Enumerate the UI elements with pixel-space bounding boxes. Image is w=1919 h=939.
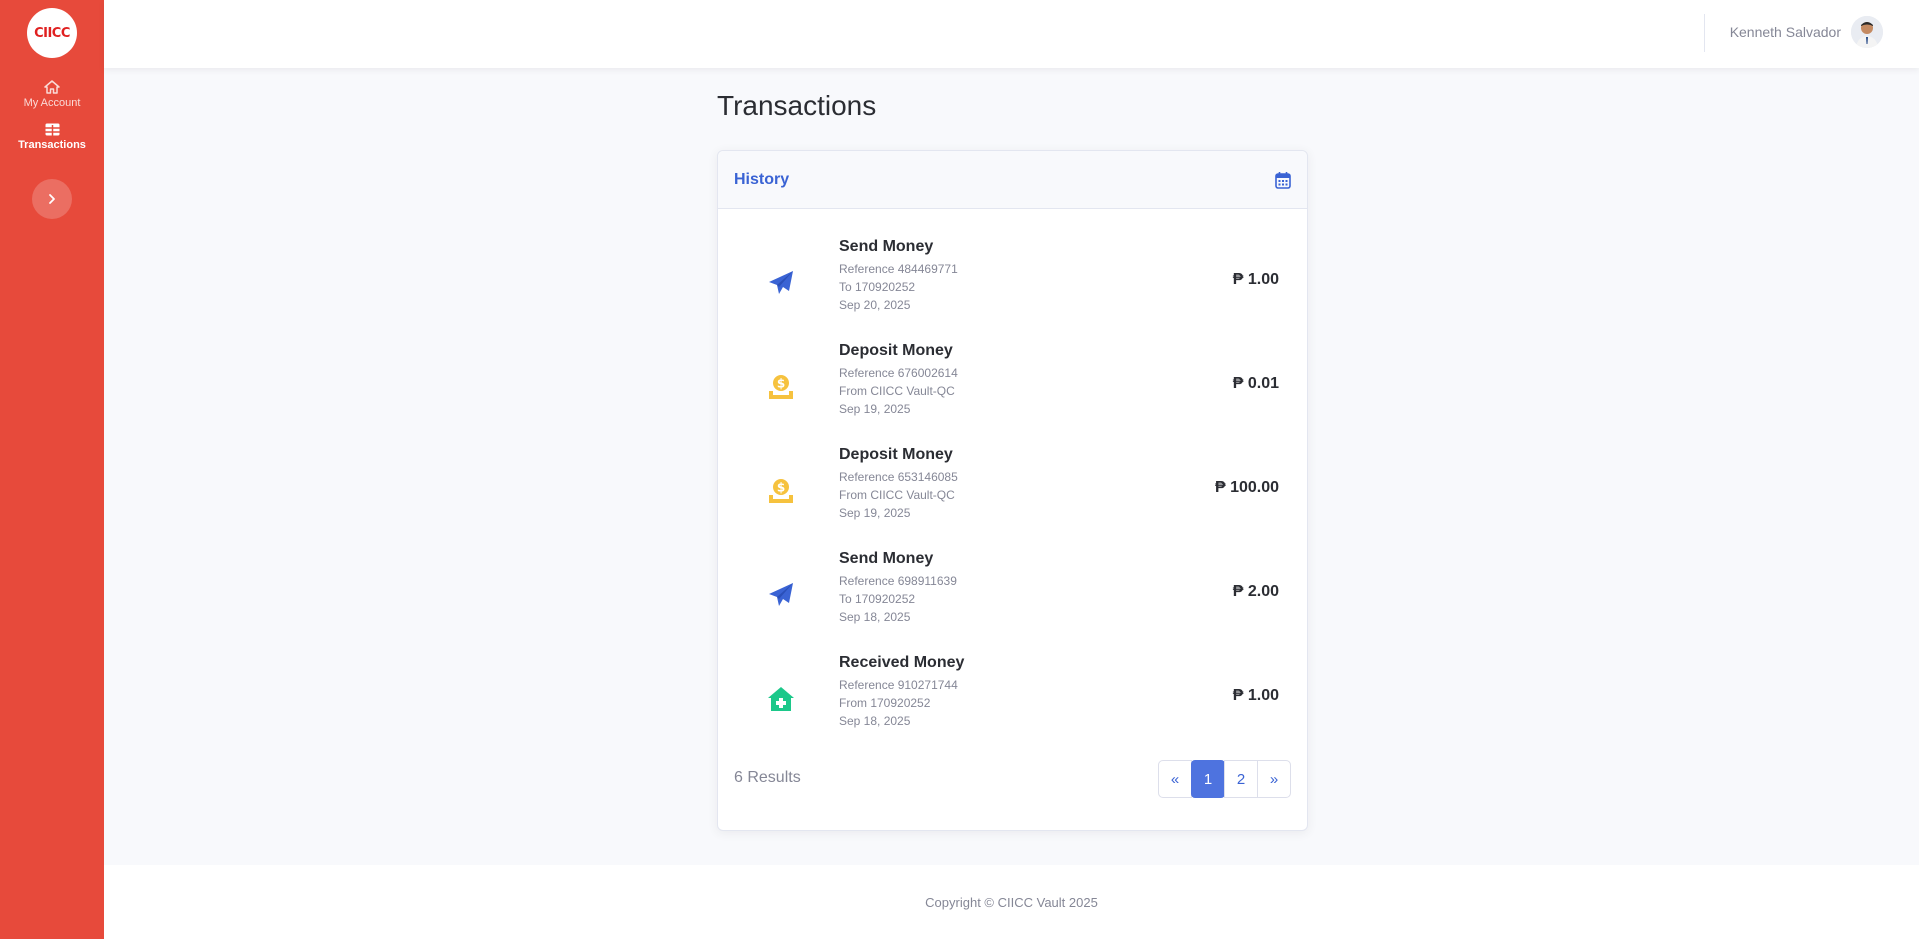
- coin-deposit-icon: $: [766, 476, 796, 506]
- svg-text:$: $: [777, 377, 785, 391]
- transaction-amount: ₱ 2.00: [1233, 583, 1279, 601]
- amount-value: 100.00: [1230, 479, 1279, 496]
- calendar-icon[interactable]: [1275, 171, 1291, 189]
- peso-sign: ₱: [1232, 687, 1244, 704]
- amount-value: 2.00: [1247, 583, 1279, 600]
- transaction-reference: Reference 910271744: [839, 678, 958, 692]
- topbar: Kenneth Salvador: [104, 0, 1919, 68]
- user-menu[interactable]: Kenneth Salvador: [1730, 16, 1883, 48]
- transaction-amount: ₱ 1.00: [1233, 687, 1279, 705]
- transaction-party: From 170920252: [839, 696, 931, 710]
- transaction-reference: Reference 698911639: [839, 574, 957, 588]
- transaction-reference: Reference 484469771: [839, 262, 958, 276]
- pagination-prev-button[interactable]: «: [1158, 760, 1192, 798]
- history-card: History Send Money Reference 484469771 T…: [717, 150, 1308, 831]
- transaction-type: Send Money: [839, 550, 934, 567]
- transaction-amount: ₱ 1.00: [1233, 271, 1279, 289]
- transaction-reference: Reference 653146085: [839, 470, 958, 484]
- transaction-type: Deposit Money: [839, 342, 953, 359]
- amount-value: 1.00: [1247, 687, 1279, 704]
- results-count: 6 Results: [734, 769, 801, 786]
- coin-deposit-icon: $: [766, 372, 796, 402]
- table-icon: [45, 123, 59, 136]
- transaction-reference: Reference 676002614: [839, 366, 958, 380]
- page-title: Transactions: [717, 90, 877, 121]
- transaction-date: Sep 18, 2025: [839, 610, 911, 624]
- amount-value: 1.00: [1247, 271, 1279, 288]
- list-item[interactable]: $ Deposit Money Reference 653146085 From…: [718, 446, 1307, 550]
- house-plus-icon: [766, 684, 796, 714]
- paper-plane-icon: [766, 580, 796, 610]
- page-footer: Copyright © CIICC Vault 2025: [104, 865, 1919, 939]
- list-item[interactable]: Send Money Reference 698911639 To 170920…: [718, 550, 1307, 654]
- transaction-date: Sep 18, 2025: [839, 714, 911, 728]
- pagination-next-button[interactable]: »: [1257, 760, 1291, 798]
- pagination-page-1[interactable]: 1: [1191, 760, 1225, 798]
- peso-sign: ₱: [1214, 479, 1226, 496]
- transaction-date: Sep 19, 2025: [839, 402, 911, 416]
- transaction-info: Received Money Reference 910271744 From …: [839, 654, 964, 730]
- pagination-page-2[interactable]: 2: [1224, 760, 1258, 798]
- transaction-amount: ₱ 100.00: [1215, 479, 1279, 497]
- transaction-info: Deposit Money Reference 676002614 From C…: [839, 342, 958, 418]
- card-header: History: [718, 151, 1307, 209]
- topbar-divider: [1704, 14, 1705, 52]
- pagination: « 1 2 »: [1158, 760, 1291, 798]
- transaction-party: To 170920252: [839, 592, 916, 606]
- transaction-type: Deposit Money: [839, 446, 953, 463]
- chevron-right-icon: [49, 194, 55, 204]
- sidebar-item-my-account[interactable]: My Account: [0, 74, 104, 115]
- list-item[interactable]: $ Deposit Money Reference 676002614 From…: [718, 342, 1307, 446]
- list-item[interactable]: Send Money Reference 484469771 To 170920…: [718, 238, 1307, 342]
- transaction-party: From CIICC Vault-QC: [839, 384, 955, 398]
- transaction-date: Sep 19, 2025: [839, 506, 911, 520]
- home-icon: [44, 80, 60, 94]
- transaction-amount: ₱ 0.01: [1233, 375, 1279, 393]
- user-name: Kenneth Salvador: [1729, 24, 1841, 40]
- transaction-info: Deposit Money Reference 653146085 From C…: [839, 446, 958, 522]
- peso-sign: ₱: [1232, 271, 1244, 288]
- transaction-type: Received Money: [839, 654, 965, 671]
- sidebar-toggle-button[interactable]: [32, 179, 72, 219]
- transaction-party: To 170920252: [839, 280, 916, 294]
- sidebar-item-label: My Account: [23, 97, 81, 109]
- list-item[interactable]: Received Money Reference 910271744 From …: [718, 654, 1307, 758]
- peso-sign: ₱: [1232, 375, 1244, 392]
- paper-plane-icon: [766, 268, 796, 298]
- amount-value: 0.01: [1247, 375, 1279, 392]
- brand-logo[interactable]: CIICC: [27, 8, 77, 58]
- card-title: History: [734, 170, 790, 188]
- transaction-info: Send Money Reference 698911639 To 170920…: [839, 550, 957, 626]
- brand-name: CIICC: [34, 25, 70, 41]
- transaction-party: From CIICC Vault-QC: [839, 488, 955, 502]
- svg-text:$: $: [777, 481, 785, 495]
- peso-sign: ₱: [1232, 583, 1244, 600]
- transaction-info: Send Money Reference 484469771 To 170920…: [839, 238, 958, 314]
- card-footer: 6 Results « 1 2 »: [718, 760, 1307, 800]
- avatar: [1851, 16, 1883, 48]
- sidebar-item-label: Transactions: [18, 139, 86, 151]
- sidebar-item-transactions[interactable]: Transactions: [0, 117, 104, 157]
- sidebar: CIICC My Account Transactions: [0, 0, 104, 939]
- transaction-type: Send Money: [839, 238, 934, 255]
- transaction-date: Sep 20, 2025: [839, 298, 911, 312]
- copyright-text: Copyright © CIICC Vault 2025: [925, 894, 1098, 910]
